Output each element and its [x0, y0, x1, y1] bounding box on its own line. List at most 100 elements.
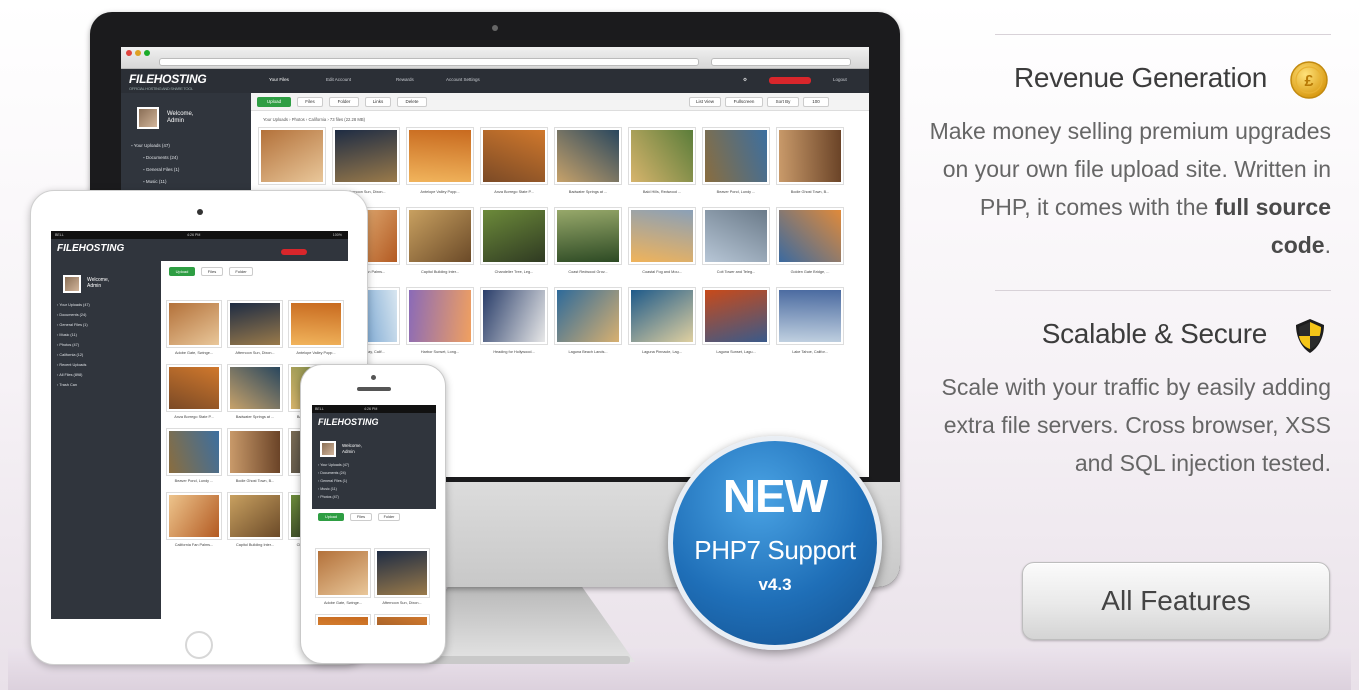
files-button[interactable]: Files [350, 513, 372, 521]
sidebar-item[interactable]: General Files (1) [318, 479, 347, 487]
thumbnail-item[interactable]: Laguna Pinnacle, Lag... [629, 288, 703, 368]
photo-thumbnail[interactable] [481, 208, 547, 264]
sidebar-item[interactable]: All Files (898) [57, 373, 82, 381]
thumbnail-item[interactable]: Afternoon Sun, Dixon... [228, 301, 289, 365]
address-bar[interactable] [159, 58, 699, 66]
delete-button[interactable]: Delete [397, 97, 427, 107]
thumbnail-item[interactable]: Anza Borrego State P... [375, 615, 434, 625]
thumbnail-item[interactable]: Coastal Fog and Mou... [629, 208, 703, 288]
photo-thumbnail[interactable] [167, 365, 221, 411]
photo-thumbnail[interactable] [481, 128, 547, 184]
photo-thumbnail[interactable] [259, 128, 325, 184]
thumbnail-item[interactable]: Laguna Sunset, Lagu... [703, 288, 777, 368]
tab-rewards[interactable]: Rewards [396, 77, 414, 82]
thumbnail-item[interactable]: Capitol Building Inter... [228, 493, 289, 557]
photo-thumbnail[interactable] [703, 288, 769, 344]
thumbnail-item[interactable]: Anza Borrego State P... [167, 365, 228, 429]
thumbnail-item[interactable]: Adobe Gate, Swinge... [316, 549, 375, 615]
photo-thumbnail[interactable] [555, 208, 621, 264]
home-button[interactable] [185, 631, 213, 659]
thumbnail-item[interactable]: Bodie Ghost Town, B... [228, 429, 289, 493]
thumbnail-item[interactable]: Laguna Beach Lands... [555, 288, 629, 368]
thumbnail-item[interactable]: Bodie Ghost Town, B... [777, 128, 851, 208]
photo-thumbnail[interactable] [407, 128, 473, 184]
sidebar-item[interactable]: General Files (1) [57, 323, 87, 331]
photo-thumbnail[interactable] [316, 549, 370, 597]
sidebar-item-music[interactable]: Music (11) [143, 179, 167, 187]
sidebar-item[interactable]: Photos (47) [318, 495, 339, 503]
browser-search-field[interactable] [711, 58, 851, 66]
thumbnail-item[interactable]: Adobe Gate, Swinge... [167, 301, 228, 365]
fullscreen-button[interactable]: Fullscreen [725, 97, 763, 107]
thumbnail-item[interactable]: Badwater Springs at ... [228, 365, 289, 429]
sidebar-item[interactable]: Documents (24) [318, 471, 346, 479]
photo-thumbnail[interactable] [167, 493, 221, 539]
upgrade-button[interactable] [281, 249, 307, 255]
sidebar-item[interactable]: Recent Uploads [57, 363, 86, 371]
tab-your-files[interactable]: Your Files [269, 77, 289, 82]
photo-thumbnail[interactable] [629, 128, 695, 184]
thumbnail-item[interactable]: Heading for Hollywood... [481, 288, 555, 368]
sidebar-item[interactable]: Trash Can [57, 383, 77, 391]
sidebar-item-general-files[interactable]: General Files (1) [143, 167, 180, 175]
photo-thumbnail[interactable] [316, 615, 370, 625]
folder-button[interactable]: Folder [329, 97, 359, 107]
thumbnail-item[interactable]: Bald Hills, Redwood ... [629, 128, 703, 208]
photo-thumbnail[interactable] [777, 128, 843, 184]
thumbnail-item[interactable]: Coast Redwood Grov... [555, 208, 629, 288]
thumbnail-item[interactable]: Antelope Valley Popp... [407, 128, 481, 208]
photo-thumbnail[interactable] [228, 493, 282, 539]
upload-button[interactable]: Upload [257, 97, 291, 107]
thumbnail-item[interactable]: Afternoon Sun, Dixon... [375, 549, 434, 615]
photo-thumbnail[interactable] [629, 288, 695, 344]
thumbnail-item[interactable]: Antelope Valley Popp... [289, 301, 348, 365]
thumbnail-item[interactable]: Coit Tower and Teleg... [703, 208, 777, 288]
sort-button[interactable]: Sort By [767, 97, 799, 107]
files-button[interactable]: Files [297, 97, 323, 107]
folder-button[interactable]: Folder [378, 513, 400, 521]
files-button[interactable]: Files [201, 267, 223, 276]
photo-thumbnail[interactable] [481, 288, 547, 344]
thumbnail-item[interactable]: Golden Gate Bridge, ... [777, 208, 851, 288]
photo-thumbnail[interactable] [703, 128, 769, 184]
thumbnail-item[interactable]: Lake Tahoe, Califor... [777, 288, 851, 368]
upgrade-button[interactable] [769, 77, 811, 84]
thumbnail-item[interactable]: Beaver Pond, Lundy ... [703, 128, 777, 208]
photo-thumbnail[interactable] [375, 549, 429, 597]
photo-thumbnail[interactable] [555, 128, 621, 184]
photo-thumbnail[interactable] [228, 429, 282, 475]
thumbnail-item[interactable]: Beaver Pond, Lundy ... [167, 429, 228, 493]
list-view-button[interactable]: List View [689, 97, 721, 107]
logout-link[interactable]: Logout [833, 77, 847, 82]
photo-thumbnail[interactable] [703, 208, 769, 264]
thumbnail-item[interactable]: Chandelier Tree, Leg... [481, 208, 555, 288]
tab-edit-account[interactable]: Edit Account [326, 77, 351, 82]
sidebar-item[interactable]: Documents (24) [57, 313, 86, 321]
photo-thumbnail[interactable] [777, 208, 843, 264]
tab-account-settings[interactable]: Account Settings [446, 77, 480, 82]
settings-icon[interactable]: ⚙ [743, 77, 747, 83]
sidebar-item[interactable]: Music (11) [57, 333, 76, 341]
sidebar-item[interactable]: Photos (47) [57, 343, 79, 351]
links-button[interactable]: Links [365, 97, 391, 107]
per-page-select[interactable]: 100 [803, 97, 829, 107]
photo-thumbnail[interactable] [289, 301, 343, 347]
photo-thumbnail[interactable] [167, 429, 221, 475]
folder-button[interactable]: Folder [229, 267, 253, 276]
photo-thumbnail[interactable] [555, 288, 621, 344]
sidebar-item[interactable]: Your Uploads (47) [318, 463, 349, 471]
sidebar-item-documents[interactable]: Documents (24) [143, 155, 178, 163]
photo-thumbnail[interactable] [375, 615, 429, 625]
thumbnail-item[interactable]: Badwater Springs at ... [555, 128, 629, 208]
upload-button[interactable]: Upload [318, 513, 344, 521]
photo-thumbnail[interactable] [167, 301, 221, 347]
photo-thumbnail[interactable] [777, 288, 843, 344]
photo-thumbnail[interactable] [407, 288, 473, 344]
sidebar-item[interactable]: Your Uploads (47) [57, 303, 89, 311]
photo-thumbnail[interactable] [407, 208, 473, 264]
photo-thumbnail[interactable] [228, 301, 282, 347]
all-features-button[interactable]: All Features [1022, 562, 1330, 640]
sidebar-item-uploads[interactable]: Your Uploads (47) [131, 143, 170, 151]
thumbnail-item[interactable]: California Fan Palms... [167, 493, 228, 557]
upload-button[interactable]: Upload [169, 267, 195, 276]
